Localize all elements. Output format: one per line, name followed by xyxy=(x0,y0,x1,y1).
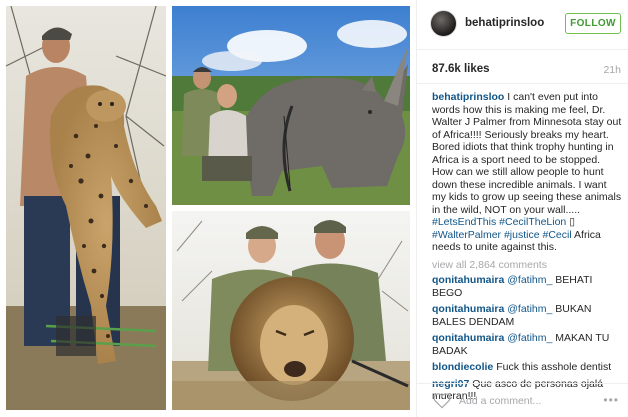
hashtag-link[interactable]: #LetsEndThis xyxy=(432,216,496,228)
comment-username[interactable]: qonitahumaira xyxy=(432,274,504,286)
hashtag-link[interactable]: #Cecil xyxy=(543,229,572,241)
hashtag-link[interactable]: #WalterPalmer xyxy=(432,229,501,241)
comments-list: behatiprinsloo I can't even put into wor… xyxy=(432,91,622,407)
comment-mention[interactable]: @fatihm_ xyxy=(507,274,552,286)
author-username[interactable]: behatiprinsloo xyxy=(465,17,544,29)
hashtag-link[interactable]: #justice xyxy=(504,229,540,241)
post-timestamp[interactable]: 21h xyxy=(603,64,621,76)
emoji-glyph: ▯ xyxy=(569,216,575,228)
caption-username[interactable]: behatiprinsloo xyxy=(432,91,504,103)
photo-hunters-rhino xyxy=(172,6,410,205)
add-comment-input[interactable] xyxy=(459,393,599,409)
comment-username[interactable]: blondiecolie xyxy=(432,361,493,373)
post-meta: 87.6k likes 21h xyxy=(417,50,628,84)
post-sidebar: behatiprinsloo FOLLOW 87.6k likes 21h be… xyxy=(416,0,628,417)
comment-text: Fuck this asshole dentist xyxy=(496,361,612,373)
comment-item: qonitahumaira @fatihm_ MAKAN TU BADAK xyxy=(432,332,622,357)
hashtag-link[interactable]: #CecilTheLion xyxy=(499,216,566,228)
likes-count[interactable]: 87.6k likes xyxy=(432,63,490,75)
comment-mention[interactable]: @fatihm_ xyxy=(507,303,552,315)
add-comment-bar: ••• xyxy=(417,383,628,417)
comment-username[interactable]: qonitahumaira xyxy=(432,303,504,315)
more-options-icon[interactable]: ••• xyxy=(603,393,619,407)
avatar[interactable] xyxy=(430,10,457,37)
photo-hunter-leopard xyxy=(6,6,166,410)
photo-hunters-lion xyxy=(172,211,410,410)
caption-text: I can't even put into words how this is … xyxy=(432,91,622,216)
comment-mention[interactable]: @fatihm_ xyxy=(507,332,552,344)
post-header: behatiprinsloo FOLLOW xyxy=(417,0,628,50)
comment-item: qonitahumaira @fatihm_ BEHATI BEGO xyxy=(432,274,622,299)
post-image-collage[interactable] xyxy=(0,0,416,417)
view-all-comments-link[interactable]: view all 2,864 comments xyxy=(432,259,622,272)
comment-item: blondiecolie Fuck this asshole dentist xyxy=(432,361,622,374)
heart-outline-icon[interactable] xyxy=(433,392,451,409)
comment-username[interactable]: qonitahumaira xyxy=(432,332,504,344)
comment-item: qonitahumaira @fatihm_ BUKAN BALES DENDA… xyxy=(432,303,622,328)
follow-button[interactable]: FOLLOW xyxy=(565,13,621,34)
caption: behatiprinsloo I can't even put into wor… xyxy=(432,91,622,254)
